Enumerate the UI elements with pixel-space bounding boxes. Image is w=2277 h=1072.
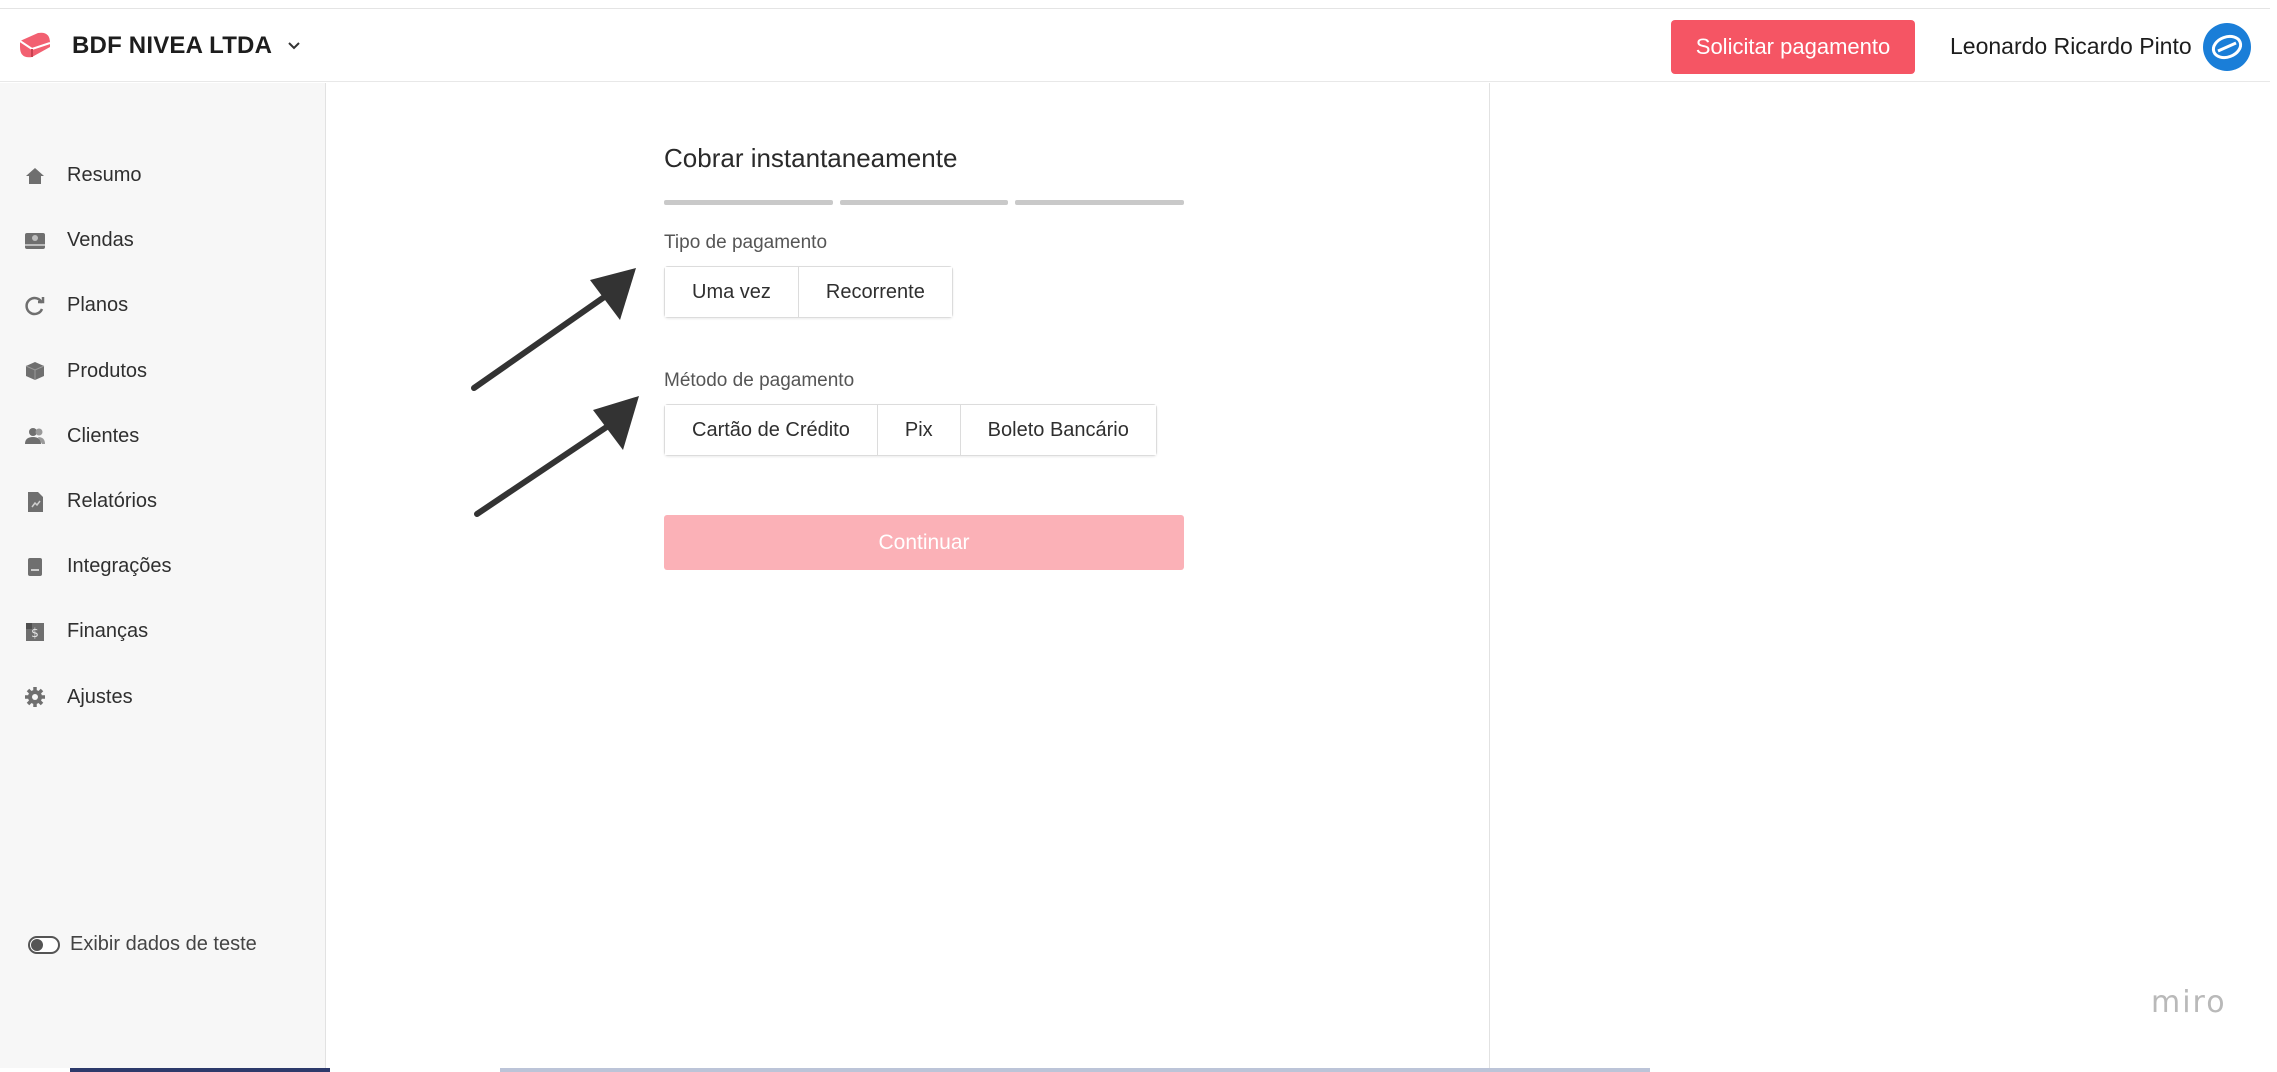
home-icon bbox=[24, 165, 46, 187]
app-root: BDF NIVEA LTDA Solicitar pagamento Leona… bbox=[0, 0, 2277, 1072]
users-icon bbox=[24, 425, 46, 447]
toggle-knob bbox=[31, 938, 43, 951]
sidebar-item-label: Finanças bbox=[67, 620, 149, 643]
user-avatar[interactable] bbox=[2203, 23, 2251, 71]
payment-type-once-button[interactable]: Uma vez bbox=[665, 267, 799, 317]
payment-method-boleto-button[interactable]: Boleto Bancário bbox=[960, 405, 1156, 455]
progress-step bbox=[664, 200, 833, 205]
payment-method-label: Método de pagamento bbox=[664, 370, 855, 391]
sidebar-nav: Resumo Vendas Planos Produtos Clientes R… bbox=[0, 143, 326, 730]
finance-icon: $ bbox=[24, 621, 46, 643]
sidebar-item-label: Vendas bbox=[67, 229, 134, 252]
box-icon bbox=[24, 360, 46, 382]
sidebar-item-label: Resumo bbox=[67, 164, 142, 187]
main-content: Cobrar instantaneamente Tipo de pagament… bbox=[326, 83, 1490, 1072]
sidebar-item-financas[interactable]: $ Finanças bbox=[0, 599, 326, 664]
sidebar-item-label: Planos bbox=[67, 294, 129, 317]
payment-type-recurring-button[interactable]: Recorrente bbox=[798, 267, 952, 317]
sidebar-item-label: Relatórios bbox=[67, 490, 158, 513]
toggle-switch[interactable] bbox=[28, 935, 60, 954]
gear-icon bbox=[24, 686, 46, 708]
payment-type-selector: Uma vez Recorrente bbox=[664, 266, 953, 318]
sidebar-item-label: Ajustes bbox=[67, 685, 133, 708]
payment-method-selector: Cartão de Crédito Pix Boleto Bancário bbox=[664, 404, 1157, 456]
sidebar-item-label: Clientes bbox=[67, 424, 140, 447]
sidebar-item-relatorios[interactable]: Relatórios bbox=[0, 469, 326, 534]
progress-step bbox=[1015, 200, 1185, 205]
bottom-edge bbox=[0, 1068, 2277, 1072]
progress-step bbox=[839, 200, 1009, 205]
sidebar-item-vendas[interactable]: Vendas bbox=[0, 208, 326, 273]
test-data-label: Exibir dados de teste bbox=[70, 933, 257, 955]
user-name[interactable]: Leonardo Ricardo Pinto bbox=[1950, 33, 2192, 60]
company-switcher[interactable]: BDF NIVEA LTDA bbox=[16, 27, 302, 65]
avatar-logo-icon bbox=[2211, 34, 2243, 60]
request-payment-button[interactable]: Solicitar pagamento bbox=[1671, 20, 1915, 74]
svg-text:$: $ bbox=[31, 626, 39, 640]
sidebar-item-produtos[interactable]: Produtos bbox=[0, 339, 326, 404]
sidebar-item-clientes[interactable]: Clientes bbox=[0, 404, 326, 469]
page-title: Cobrar instantaneamente bbox=[664, 143, 958, 173]
sidebar-item-resumo[interactable]: Resumo bbox=[0, 143, 326, 208]
step-progress bbox=[664, 200, 1185, 205]
payment-method-credit-card-button[interactable]: Cartão de Crédito bbox=[665, 405, 878, 455]
payment-type-label: Tipo de pagamento bbox=[664, 232, 828, 253]
miro-watermark: miro bbox=[2151, 985, 2227, 1020]
sidebar: Resumo Vendas Planos Produtos Clientes R… bbox=[0, 83, 326, 1072]
sidebar-item-ajustes[interactable]: Ajustes bbox=[0, 665, 326, 730]
top-header: BDF NIVEA LTDA Solicitar pagamento Leona… bbox=[0, 8, 2270, 82]
chevron-down-icon bbox=[288, 42, 300, 50]
sidebar-item-label: Produtos bbox=[67, 359, 148, 382]
annotation-arrow-icon bbox=[471, 268, 636, 391]
continue-button[interactable]: Continuar bbox=[664, 515, 1184, 570]
sales-icon bbox=[24, 230, 46, 252]
report-icon bbox=[24, 491, 46, 513]
brand-logo-icon bbox=[19, 32, 51, 58]
sidebar-item-integracoes[interactable]: Integrações bbox=[0, 534, 326, 599]
payment-method-pix-button[interactable]: Pix bbox=[877, 405, 961, 455]
sidebar-item-planos[interactable]: Planos bbox=[0, 273, 326, 338]
company-name: BDF NIVEA LTDA bbox=[72, 32, 273, 59]
refresh-icon bbox=[24, 295, 46, 317]
instant-charge-form: Cobrar instantaneamente Tipo de pagament… bbox=[664, 143, 1185, 570]
sidebar-item-label: Integrações bbox=[67, 555, 172, 578]
integration-icon bbox=[24, 556, 46, 578]
test-data-toggle[interactable]: Exibir dados de teste bbox=[28, 933, 257, 956]
annotation-arrow-icon bbox=[474, 396, 639, 517]
